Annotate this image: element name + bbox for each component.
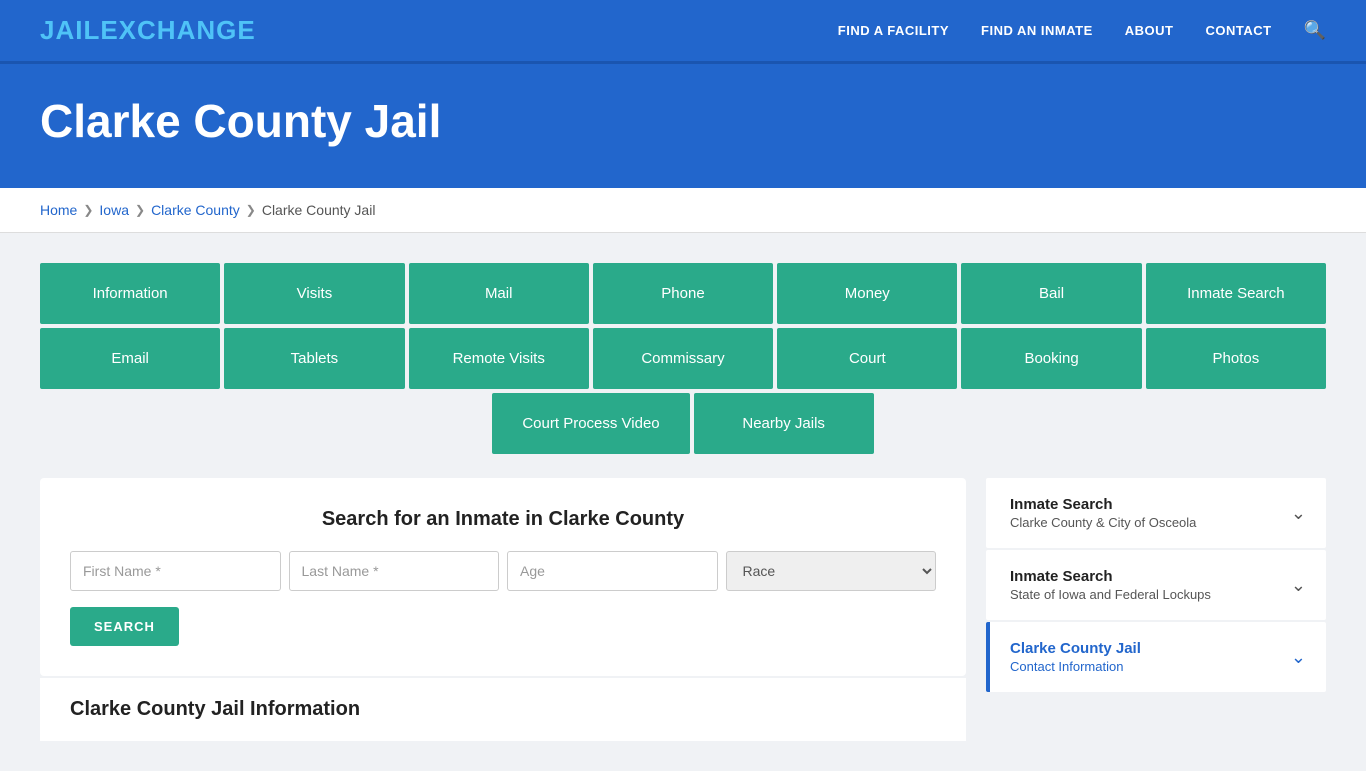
search-fields: Race White Black Hispanic Asian Native A…	[70, 551, 936, 591]
logo[interactable]: JAILEXCHANGE	[40, 15, 256, 46]
tab-inmate-search[interactable]: Inmate Search	[1146, 263, 1326, 324]
logo-exchange: EXCHANGE	[100, 15, 255, 45]
sidebar-item-text-2: Inmate Search State of Iowa and Federal …	[1010, 568, 1211, 602]
tab-court-process-video[interactable]: Court Process Video	[492, 393, 689, 454]
breadcrumb-current: Clarke County Jail	[262, 202, 376, 218]
nav-find-inmate[interactable]: FIND AN INMATE	[981, 23, 1093, 38]
content-row: Search for an Inmate in Clarke County Ra…	[40, 478, 1326, 741]
sidebar-item-inmate-search-clarke[interactable]: Inmate Search Clarke County & City of Os…	[986, 478, 1326, 548]
search-button[interactable]: SEARCH	[70, 607, 179, 646]
hero-section: Clarke County Jail	[0, 64, 1366, 188]
left-panel: Search for an Inmate in Clarke County Ra…	[40, 478, 966, 741]
sidebar-item-text-3: Clarke County Jail Contact Information	[1010, 640, 1141, 674]
tabs-row-1: Information Visits Mail Phone Money Bail…	[40, 263, 1326, 324]
sidebar-item-title-1: Inmate Search	[1010, 496, 1196, 513]
chevron-icon-2: ⌄	[1291, 575, 1306, 596]
tab-information[interactable]: Information	[40, 263, 220, 324]
nav-about[interactable]: ABOUT	[1125, 23, 1174, 38]
main-nav: FIND A FACILITY FIND AN INMATE ABOUT CON…	[838, 20, 1326, 41]
sidebar-item-inmate-search-iowa[interactable]: Inmate Search State of Iowa and Federal …	[986, 550, 1326, 620]
nav-find-facility[interactable]: FIND A FACILITY	[838, 23, 949, 38]
tabs-row-3: Court Process Video Nearby Jails	[40, 393, 1326, 454]
sidebar-item-subtitle-3: Contact Information	[1010, 659, 1141, 674]
sidebar-item-subtitle-2: State of Iowa and Federal Lockups	[1010, 587, 1211, 602]
bottom-section: Clarke County Jail Information	[40, 676, 966, 741]
sidebar-item-title-2: Inmate Search	[1010, 568, 1211, 585]
first-name-input[interactable]	[70, 551, 281, 591]
header: JAILEXCHANGE FIND A FACILITY FIND AN INM…	[0, 0, 1366, 64]
breadcrumb-home[interactable]: Home	[40, 202, 77, 218]
main-content: Information Visits Mail Phone Money Bail…	[0, 233, 1366, 771]
tab-email[interactable]: Email	[40, 328, 220, 389]
tab-bail[interactable]: Bail	[961, 263, 1141, 324]
info-section-title: Clarke County Jail Information	[70, 698, 936, 721]
breadcrumb-sep-1: ❯	[83, 203, 93, 217]
tab-remote-visits[interactable]: Remote Visits	[409, 328, 589, 389]
sidebar: Inmate Search Clarke County & City of Os…	[986, 478, 1326, 692]
last-name-input[interactable]	[289, 551, 500, 591]
tab-commissary[interactable]: Commissary	[593, 328, 773, 389]
search-icon[interactable]: 🔍	[1304, 20, 1326, 41]
sidebar-item-title-3: Clarke County Jail	[1010, 640, 1141, 657]
page-title: Clarke County Jail	[40, 94, 1326, 148]
chevron-icon-3: ⌄	[1291, 647, 1306, 668]
tab-phone[interactable]: Phone	[593, 263, 773, 324]
breadcrumb-clarke-county[interactable]: Clarke County	[151, 202, 240, 218]
tab-money[interactable]: Money	[777, 263, 957, 324]
nav-contact[interactable]: CONTACT	[1205, 23, 1271, 38]
tab-mail[interactable]: Mail	[409, 263, 589, 324]
tabs-row-2: Email Tablets Remote Visits Commissary C…	[40, 328, 1326, 389]
sidebar-item-contact-info[interactable]: Clarke County Jail Contact Information ⌄	[986, 622, 1326, 692]
tab-nearby-jails[interactable]: Nearby Jails	[694, 393, 874, 454]
breadcrumb-iowa[interactable]: Iowa	[99, 202, 129, 218]
age-input[interactable]	[507, 551, 718, 591]
breadcrumb: Home ❯ Iowa ❯ Clarke County ❯ Clarke Cou…	[40, 202, 1326, 218]
logo-jail: JAIL	[40, 15, 100, 45]
tab-court[interactable]: Court	[777, 328, 957, 389]
race-select[interactable]: Race White Black Hispanic Asian Native A…	[726, 551, 937, 591]
breadcrumb-bar: Home ❯ Iowa ❯ Clarke County ❯ Clarke Cou…	[0, 188, 1366, 233]
tab-tablets[interactable]: Tablets	[224, 328, 404, 389]
sidebar-item-text-1: Inmate Search Clarke County & City of Os…	[1010, 496, 1196, 530]
breadcrumb-sep-3: ❯	[246, 203, 256, 217]
breadcrumb-sep-2: ❯	[135, 203, 145, 217]
search-title: Search for an Inmate in Clarke County	[70, 508, 936, 531]
chevron-icon-1: ⌄	[1291, 503, 1306, 524]
sidebar-item-subtitle-1: Clarke County & City of Osceola	[1010, 515, 1196, 530]
tab-booking[interactable]: Booking	[961, 328, 1141, 389]
search-box: Search for an Inmate in Clarke County Ra…	[40, 478, 966, 676]
tab-photos[interactable]: Photos	[1146, 328, 1326, 389]
tab-visits[interactable]: Visits	[224, 263, 404, 324]
